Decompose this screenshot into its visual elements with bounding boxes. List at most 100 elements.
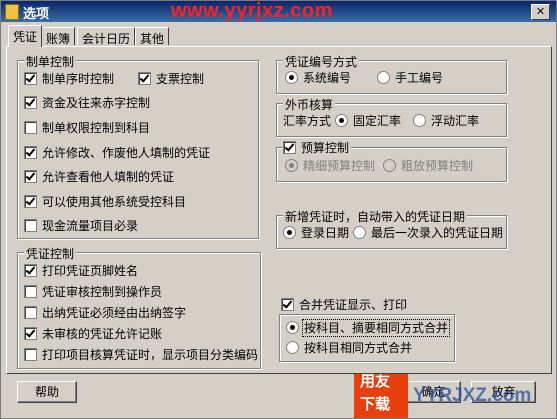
checkbox-allow-modify-others[interactable]: 允许修改、作废他人填制的凭证 <box>24 145 210 161</box>
checkbox-label: 制单权限控制到科目 <box>42 121 151 135</box>
radio-label: 最后一次录入的凭证日期 <box>371 226 504 240</box>
radio-rough-budget[interactable]: 粗放预算控制 <box>383 158 473 174</box>
tab-voucher[interactable]: 凭证 <box>8 25 43 47</box>
group-title: 凭证编号方式 <box>283 53 360 70</box>
radio-fixed-rate[interactable]: 固定汇率 <box>335 113 401 129</box>
checkbox-label: 现金流量项目必录 <box>42 219 139 233</box>
radio[interactable] <box>377 71 390 84</box>
radio-label: 登录日期 <box>301 226 350 240</box>
checkbox[interactable] <box>281 298 294 311</box>
checkbox[interactable] <box>283 141 296 154</box>
close-button[interactable]: ✕ <box>531 4 550 20</box>
radio-label: 按科目相同方式合并 <box>304 341 413 355</box>
checkbox-label: 打印凭证页脚姓名 <box>42 264 139 278</box>
checkbox[interactable] <box>24 195 37 208</box>
checkbox-label: 可以使用其他系统受控科目 <box>42 195 187 209</box>
fx-rate-label: 汇率方式 <box>283 114 332 128</box>
group-title: 凭证控制 <box>24 245 77 262</box>
checkbox[interactable] <box>24 348 37 361</box>
checkbox-fund-deficit-control[interactable]: 资金及往来赤字控制 <box>24 95 150 111</box>
checkbox[interactable] <box>24 219 37 232</box>
checkbox-print-project-category-code[interactable]: 打印项目核算凭证时，显示项目分类编码 <box>24 347 258 363</box>
radio-system-numbering[interactable]: 系统编号 <box>285 70 351 86</box>
radio[interactable] <box>283 226 296 239</box>
radio-manual-numbering[interactable]: 手工编号 <box>377 70 443 86</box>
budget-group: 预算控制 精细预算控制 粗放预算控制 <box>276 140 507 182</box>
checkbox-label: 资金及往来赤字控制 <box>42 96 151 110</box>
watermark-text: www.yyrjxz.com <box>171 0 333 22</box>
app-icon <box>5 4 19 20</box>
checkbox[interactable] <box>24 327 37 340</box>
checkbox-sequential-control[interactable]: 制单序时控制 <box>24 71 114 87</box>
checkbox-audit-to-operator[interactable]: 凭证审核控制到操作员 <box>24 284 162 300</box>
checkbox[interactable] <box>24 146 37 159</box>
checkbox-cashflow-required[interactable]: 现金流量项目必录 <box>24 218 138 234</box>
tab-label: 凭证 <box>13 30 38 44</box>
radio-label: 粗放预算控制 <box>401 159 474 173</box>
checkbox-label: 未审核的凭证允许记账 <box>42 327 163 341</box>
radio[interactable] <box>286 321 299 334</box>
checkbox[interactable] <box>24 121 37 134</box>
checkbox-allow-view-others[interactable]: 允许查看他人填制的凭证 <box>24 169 174 185</box>
help-button[interactable]: 帮助 <box>17 381 77 403</box>
tab-label: 其他 <box>140 32 165 46</box>
checkbox-label: 制单序时控制 <box>42 72 115 86</box>
radio-fine-budget[interactable]: 精细预算控制 <box>285 158 375 174</box>
radio-label: 系统编号 <box>303 71 352 85</box>
checkbox-cashier-sign-required[interactable]: 出纳凭证必须经由出纳签字 <box>24 305 186 321</box>
checkbox-label: 合并凭证显示、打印 <box>299 298 408 312</box>
checkbox[interactable] <box>24 96 37 109</box>
checkbox[interactable] <box>24 170 37 183</box>
checkbox[interactable] <box>24 285 37 298</box>
checkbox-label: 支票控制 <box>156 72 205 86</box>
checkbox-label: 预算控制 <box>301 141 350 155</box>
radio-label: 按科目、摘要相同方式合并 <box>301 319 451 337</box>
checkbox-budget-control[interactable]: 预算控制 <box>283 140 352 156</box>
radio-merge-by-account[interactable]: 按科目相同方式合并 <box>286 340 412 356</box>
group-title: 外币核算 <box>283 96 336 113</box>
group-title: 新增凭证时，自动带入的凭证日期 <box>283 208 468 225</box>
checkbox[interactable] <box>24 264 37 277</box>
window-title: 选项 <box>23 7 50 22</box>
radio[interactable] <box>285 159 298 172</box>
checkbox-merge-voucher[interactable]: 合并凭证显示、打印 <box>281 297 407 313</box>
radio[interactable] <box>383 159 396 172</box>
radio-label: 固定汇率 <box>353 114 402 128</box>
radio-last-entry-date[interactable]: 最后一次录入的凭证日期 <box>353 225 503 241</box>
options-dialog: 选项 www.yyrjxz.com ✕ 凭证 账簿 会计日历 其他 制单控制 制… <box>0 0 557 419</box>
voucher-control-group: 凭证控制 打印凭证页脚姓名 凭证审核控制到操作员 出纳凭证必须经由出纳签字 未审… <box>17 245 261 369</box>
tab-other[interactable]: 其他 <box>135 27 170 46</box>
checkbox-use-other-system-accounts[interactable]: 可以使用其他系统受控科目 <box>24 194 186 210</box>
checkbox-label: 凭证审核控制到操作员 <box>42 285 163 299</box>
radio-label: 浮动汇率 <box>431 114 480 128</box>
tab-label: 账簿 <box>46 32 71 46</box>
radio[interactable] <box>285 71 298 84</box>
checkbox-cheque-control[interactable]: 支票控制 <box>138 71 204 87</box>
tab-label: 会计日历 <box>82 32 131 46</box>
radio[interactable] <box>413 114 426 127</box>
close-icon: ✕ <box>535 5 546 18</box>
checkbox-print-footer-names[interactable]: 打印凭证页脚姓名 <box>24 263 138 279</box>
radio-label: 精细预算控制 <box>303 159 376 173</box>
checkbox-permission-to-account[interactable]: 制单权限控制到科目 <box>24 120 150 136</box>
radio-merge-by-account-summary[interactable]: 按科目、摘要相同方式合并 <box>286 319 451 337</box>
make-control-group: 制单控制 制单序时控制 支票控制 资金及往来赤字控制 制单权限控制到科目 允许修… <box>17 53 259 239</box>
checkbox-label: 出纳凭证必须经由出纳签字 <box>42 306 187 320</box>
radio[interactable] <box>353 226 366 239</box>
checkbox[interactable] <box>138 72 151 85</box>
checkbox-unaudited-posting[interactable]: 未审核的凭证允许记账 <box>24 326 162 342</box>
radio[interactable] <box>335 114 348 127</box>
checkbox[interactable] <box>24 306 37 319</box>
checkbox-label: 允许查看他人填制的凭证 <box>42 170 175 184</box>
title-bar[interactable]: 选项 www.yyrjxz.com ✕ <box>1 0 556 22</box>
radio[interactable] <box>286 341 299 354</box>
radio-label: 手工编号 <box>395 71 444 85</box>
radio-login-date[interactable]: 登录日期 <box>283 225 349 241</box>
radio-floating-rate[interactable]: 浮动汇率 <box>413 113 479 129</box>
checkbox[interactable] <box>24 72 37 85</box>
fx-group: 外币核算 汇率方式 固定汇率 浮动汇率 <box>276 96 507 137</box>
checkbox-label: 允许修改、作废他人填制的凭证 <box>42 146 211 160</box>
tab-ledger[interactable]: 账簿 <box>41 27 76 46</box>
watermark-site: YYRJXZ.com <box>413 385 532 406</box>
tab-accounting-calendar[interactable]: 会计日历 <box>77 27 136 46</box>
